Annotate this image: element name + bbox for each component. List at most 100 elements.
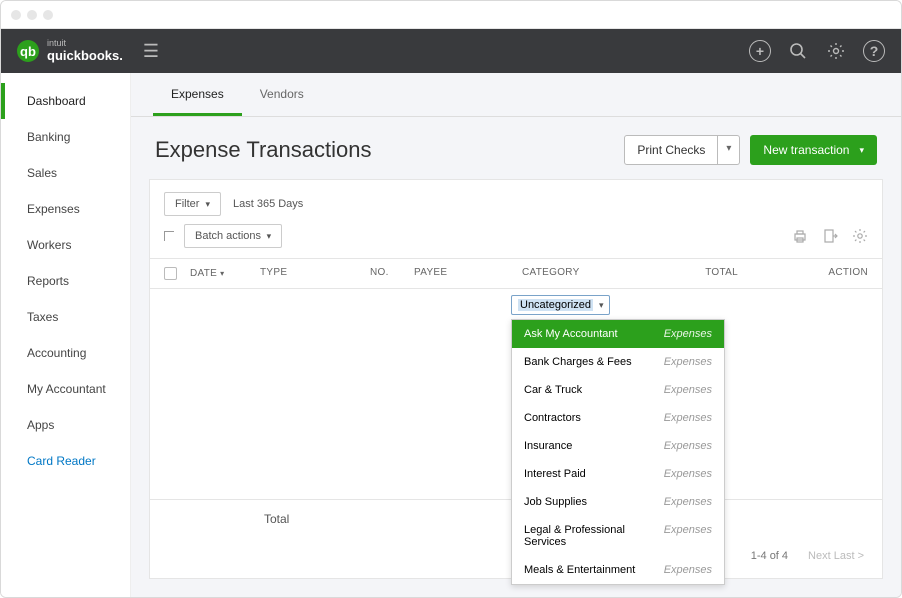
sidebar-item-taxes[interactable]: Taxes bbox=[1, 299, 130, 335]
sort-icon: ▾ bbox=[220, 269, 224, 278]
table-header: DATE▾ TYPE NO. PAYEE CATEGORY TOTAL ACTI… bbox=[150, 258, 882, 289]
sidebar-item-banking[interactable]: Banking bbox=[1, 119, 130, 155]
print-checks-caret[interactable]: ▾ bbox=[718, 135, 740, 165]
print-checks-split: Print Checks ▾ bbox=[624, 135, 740, 165]
topbar-actions: + ? bbox=[749, 40, 885, 62]
filter-button[interactable]: Filter ▾ bbox=[164, 192, 221, 216]
help-icon[interactable]: ? bbox=[863, 40, 885, 62]
page-title: Expense Transactions bbox=[155, 137, 371, 163]
category-option-type: Expenses bbox=[664, 524, 712, 548]
category-option-name: Meals & Entertainment bbox=[524, 564, 635, 576]
sidebar: DashboardBankingSalesExpensesWorkersRepo… bbox=[1, 73, 131, 597]
gear-icon[interactable] bbox=[825, 40, 847, 62]
category-option[interactable]: Interest Paid Expenses bbox=[512, 460, 724, 488]
sidebar-item-workers[interactable]: Workers bbox=[1, 227, 130, 263]
table-rows: Uncategorized ▾ Ask My Accountant Expense… bbox=[150, 289, 882, 499]
category-option-name: Ask My Accountant bbox=[524, 328, 618, 340]
window-titlebar bbox=[1, 1, 901, 29]
qb-logo-icon: qb bbox=[17, 40, 39, 62]
category-option-type: Expenses bbox=[664, 496, 712, 508]
filter-label: Filter bbox=[175, 198, 199, 210]
batch-actions-button[interactable]: Batch actions ▾ bbox=[184, 224, 282, 248]
category-option[interactable]: Meals & Entertainment Expenses bbox=[512, 556, 724, 584]
new-transaction-button[interactable]: New transaction ▾ bbox=[750, 135, 877, 165]
window-dot bbox=[27, 10, 37, 20]
print-icon[interactable] bbox=[792, 228, 808, 244]
chevron-down-icon: ▾ bbox=[859, 145, 864, 156]
category-option-name: Bank Charges & Fees bbox=[524, 356, 632, 368]
header-buttons: Print Checks ▾ New transaction ▾ bbox=[624, 135, 877, 165]
category-option-name: Car & Truck bbox=[524, 384, 582, 396]
category-option-type: Expenses bbox=[664, 468, 712, 480]
category-option-type: Expenses bbox=[664, 328, 712, 340]
category-option-name: Interest Paid bbox=[524, 468, 586, 480]
th-type[interactable]: TYPE bbox=[260, 267, 370, 280]
batch-label: Batch actions bbox=[195, 230, 261, 242]
filter-bar: Filter ▾ Last 365 Days bbox=[150, 180, 882, 220]
total-label: Total bbox=[264, 512, 289, 526]
category-option[interactable]: Insurance Expenses bbox=[512, 432, 724, 460]
th-action: ACTION bbox=[738, 267, 868, 280]
sidebar-item-apps[interactable]: Apps bbox=[1, 407, 130, 443]
brand-text: intuit quickbooks. bbox=[47, 39, 123, 63]
pager-next[interactable]: Next Last > bbox=[808, 550, 864, 562]
filter-range: Last 365 Days bbox=[233, 198, 303, 210]
category-option[interactable]: Ask My Accountant Expenses bbox=[512, 320, 724, 348]
category-dropdown: Ask My AccountantExpensesBank Charges & … bbox=[511, 319, 725, 585]
category-select[interactable]: Uncategorized ▾ bbox=[511, 295, 610, 315]
category-option-type: Expenses bbox=[664, 384, 712, 396]
add-icon[interactable]: + bbox=[749, 40, 771, 62]
brand: qb intuit quickbooks. bbox=[17, 39, 123, 63]
chevron-down-icon: ▾ bbox=[599, 300, 604, 311]
search-icon[interactable] bbox=[787, 40, 809, 62]
sidebar-item-sales[interactable]: Sales bbox=[1, 155, 130, 191]
chevron-down-icon: ▾ bbox=[205, 199, 210, 210]
sidebar-item-dashboard[interactable]: Dashboard bbox=[1, 83, 130, 119]
th-total[interactable]: TOTAL bbox=[682, 267, 738, 280]
sidebar-item-my-accountant[interactable]: My Accountant bbox=[1, 371, 130, 407]
tab-expenses[interactable]: Expenses bbox=[153, 73, 242, 116]
th-date[interactable]: DATE▾ bbox=[190, 267, 260, 280]
th-category[interactable]: CATEGORY bbox=[522, 267, 682, 280]
category-option[interactable]: Job Supplies Expenses bbox=[512, 488, 724, 516]
pager-range: 1-4 of 4 bbox=[751, 550, 788, 562]
category-option[interactable]: Car & Truck Expenses bbox=[512, 376, 724, 404]
app-window: qb intuit quickbooks. ☰ + ? DashboardBan… bbox=[0, 0, 902, 598]
brand-name: quickbooks. bbox=[47, 48, 123, 63]
category-option[interactable]: ContractorsExpenses bbox=[512, 404, 724, 432]
th-checkbox bbox=[164, 267, 190, 280]
chevron-down-icon: ▾ bbox=[264, 231, 271, 241]
print-checks-button[interactable]: Print Checks bbox=[624, 135, 718, 165]
category-option-name: Insurance bbox=[524, 440, 572, 452]
category-option[interactable]: Bank Charges & Fees Expenses bbox=[512, 348, 724, 376]
category-select-value: Uncategorized bbox=[518, 299, 593, 311]
th-payee[interactable]: PAYEE bbox=[414, 267, 522, 280]
transactions-panel: Filter ▾ Last 365 Days Batch actions ▾ bbox=[149, 179, 883, 579]
sidebar-item-accounting[interactable]: Accounting bbox=[1, 335, 130, 371]
tabs: ExpensesVendors bbox=[131, 73, 901, 117]
th-no[interactable]: NO. bbox=[370, 267, 414, 280]
window-dot bbox=[11, 10, 21, 20]
select-all-checkbox[interactable] bbox=[164, 267, 177, 280]
main-content: ExpensesVendors Expense Transactions Pri… bbox=[131, 73, 901, 597]
corner-mark bbox=[164, 231, 174, 241]
sidebar-item-expenses[interactable]: Expenses bbox=[1, 191, 130, 227]
table-action-icons bbox=[792, 228, 868, 244]
category-option-type: Expenses bbox=[664, 412, 712, 424]
menu-icon[interactable]: ☰ bbox=[143, 41, 159, 62]
category-option-name: Job Supplies bbox=[524, 496, 587, 508]
brand-intuit: intuit bbox=[47, 39, 123, 48]
new-transaction-label: New transaction bbox=[763, 143, 849, 157]
sidebar-item-card-reader[interactable]: Card Reader bbox=[1, 443, 130, 479]
tab-vendors[interactable]: Vendors bbox=[242, 73, 322, 116]
category-option-type: Expenses bbox=[664, 564, 712, 576]
settings-icon[interactable] bbox=[852, 228, 868, 244]
category-option-type: Expenses bbox=[664, 356, 712, 368]
category-option-name: Legal & Professional Services bbox=[524, 524, 664, 548]
category-option[interactable]: Legal & Professional ServicesExpenses bbox=[512, 516, 724, 556]
sidebar-item-reports[interactable]: Reports bbox=[1, 263, 130, 299]
topbar: qb intuit quickbooks. ☰ + ? bbox=[1, 29, 901, 73]
export-icon[interactable] bbox=[822, 228, 838, 244]
window-dot bbox=[43, 10, 53, 20]
category-option-type: Expenses bbox=[664, 440, 712, 452]
